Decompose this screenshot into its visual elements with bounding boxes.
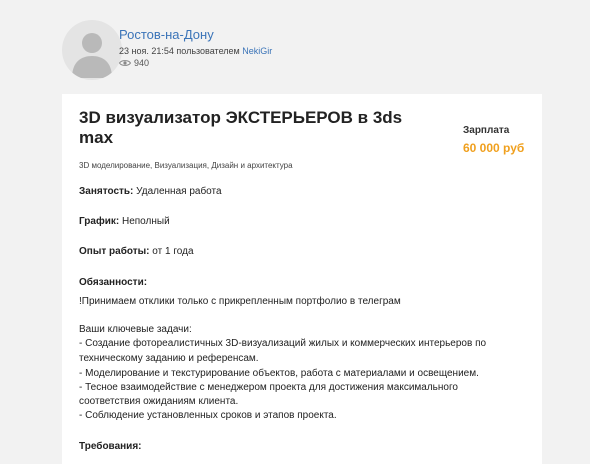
username-link[interactable]: NekiGir: [242, 46, 272, 56]
experience-label: Опыт работы:: [79, 246, 150, 257]
duties-line: - Моделирование и текстурирование объект…: [79, 368, 479, 379]
employment-field: Занятость: Удаленная работа: [79, 186, 222, 197]
salary-value: 60 000 руб: [463, 141, 525, 155]
duties-line: !Принимаем отклики только с прикрепленны…: [79, 296, 401, 307]
post-date: 23 ноя. 21:54: [119, 46, 174, 56]
vacancy-categories: 3D моделирование, Визуализация, Дизайн и…: [79, 161, 293, 170]
experience-value: от 1 года: [152, 246, 194, 257]
avatar[interactable]: [62, 20, 122, 80]
experience-field: Опыт работы: от 1 года: [79, 246, 194, 257]
duties-line: Ваши ключевые задачи:: [79, 324, 192, 335]
duties-line: соответствия ожиданиям клиента.: [79, 396, 239, 407]
salary-label: Зарплата: [463, 125, 510, 136]
employment-value: Удаленная работа: [136, 186, 222, 197]
duties-heading: Обязанности:: [79, 277, 148, 288]
duties-line: - Создание фотореалистичных 3D-визуализа…: [79, 338, 487, 349]
duties-line: - Соблюдение установленных сроков и этап…: [79, 410, 337, 421]
vacancy-card: 3D визуализатор ЭКСТЕРЬЕРОВ в 3ds max За…: [62, 94, 542, 464]
city-link[interactable]: Ростов-на-Дону: [119, 27, 214, 42]
views-counter: 940: [119, 58, 149, 68]
user-silhouette-icon: [72, 33, 112, 78]
post-header: Ростов-на-Дону 23 ноя. 21:54 пользовател…: [0, 0, 590, 90]
requirements-heading: Требования:: [79, 441, 142, 452]
vacancy-title: 3D визуализатор ЭКСТЕРЬЕРОВ в 3ds max: [79, 108, 403, 147]
schedule-value: Неполный: [121, 216, 170, 227]
schedule-field: График: Неполный: [79, 216, 170, 227]
views-count: 940: [134, 58, 150, 68]
duties-line: - Тесное взаимодействие с менеджером про…: [79, 382, 458, 393]
duties-line: техническому заданию и референсам.: [79, 353, 259, 364]
posted-by-text: пользователем: [176, 46, 240, 56]
employment-label: Занятость:: [79, 186, 134, 197]
eye-icon: [119, 60, 131, 66]
post-meta: 23 ноя. 21:54 пользователем NekiGir: [119, 46, 272, 56]
schedule-label: График:: [79, 216, 120, 227]
